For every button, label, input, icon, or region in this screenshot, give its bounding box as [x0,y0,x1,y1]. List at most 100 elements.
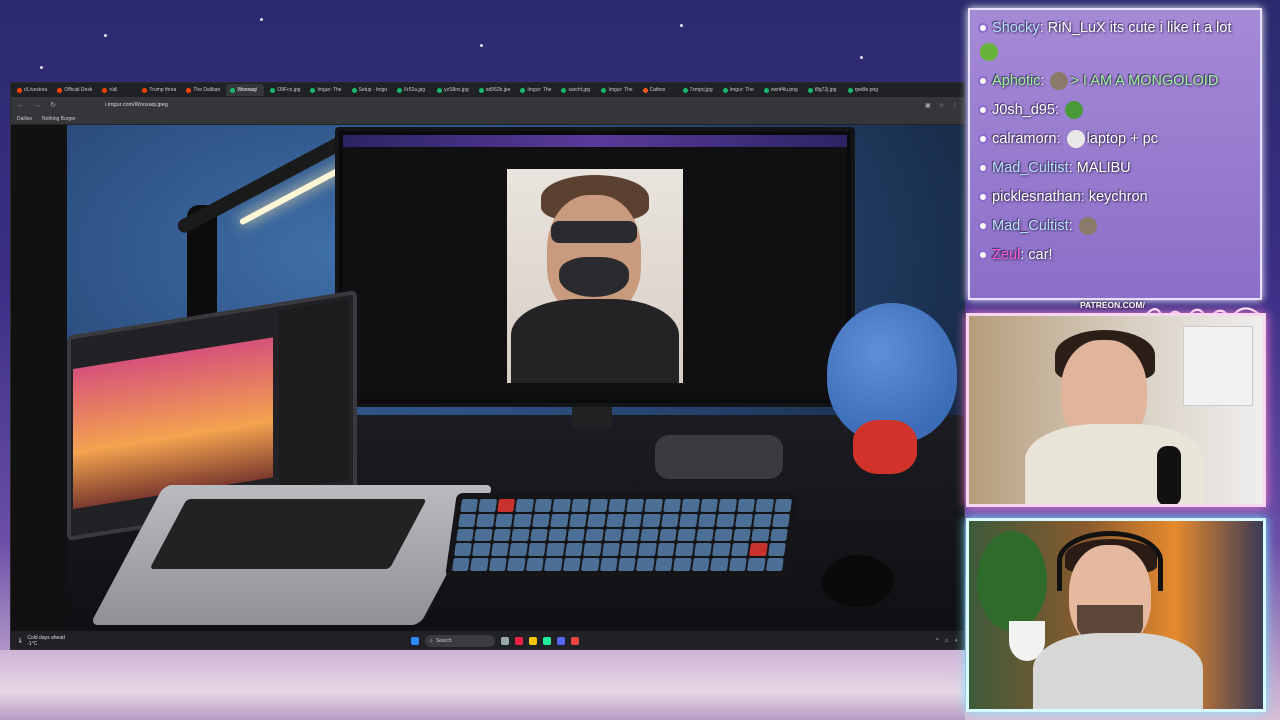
chat-username[interactable]: Shocky [992,20,1040,36]
browser-tab[interactable]: Wooxaqi [226,84,265,96]
chat-text: laptop + pc [1086,131,1158,147]
chat-username[interactable]: calramorn [992,131,1056,147]
reload-icon[interactable]: ↻ [49,101,57,109]
browser-tab[interactable]: r/all [98,84,136,96]
chat-separator: : [1040,73,1049,89]
browser-tab[interactable]: sarcht.jpg [557,84,595,96]
system-tray: ^ ⌂ ◖ [936,638,958,644]
mouse [822,555,894,607]
chat-message: Mad_Cultist: MALIBU [978,156,1252,180]
browser-tab[interactable]: 7xmprj.jpg [679,84,717,96]
star-decoration [104,34,107,37]
keycap [681,499,700,512]
browser-tab[interactable]: t8g72j.jpg [804,84,842,96]
browser-tab[interactable]: Imgur: The [597,84,636,96]
browser-tab[interactable]: 6r52a.jpg [393,84,431,96]
keycap [716,513,735,527]
network-icon[interactable]: ⌂ [945,638,949,644]
browser-tab[interactable]: od952b.jpe [475,84,515,96]
laptop-stream-view [73,337,273,510]
app-icon[interactable] [543,637,551,645]
task-view-icon[interactable] [501,637,509,645]
keycap [624,513,643,527]
keycap [673,558,692,571]
keycap [458,513,477,527]
volume-icon[interactable]: ◖ [954,638,958,644]
back-icon[interactable]: ← [17,102,25,109]
browser-tab[interactable]: O8Fco.jpg [266,84,304,96]
keycap [490,543,510,557]
chat-username[interactable]: J0sh_d95 [992,102,1055,118]
weather-widget[interactable]: 🌡 Cold days ahead -1°C [17,635,65,647]
browser-tab[interactable]: Imgur: The [719,84,758,96]
discord-icon[interactable] [557,637,565,645]
browser-tab[interactable]: The Daliban [182,84,224,96]
subscriber-badge-icon [978,76,988,87]
star-decoration [680,24,683,27]
keycap [548,528,567,542]
chat-username[interactable]: Zeul [992,247,1020,263]
bookmark-nothing-burger[interactable]: Nothing Burger [42,116,76,122]
tab-label: r/Livestrea [24,87,48,93]
taskbar-center: ⌕ Search [411,635,579,647]
face-mask-photo [507,169,683,383]
browser-tab[interactable]: Imgur: The [306,84,345,96]
chat-username[interactable]: picklesnathan [992,189,1081,205]
keycap [515,499,534,512]
keycap [488,558,508,571]
headset [1057,531,1163,591]
url-field[interactable]: i.imgur.com/Wooxaqi.jpeg [105,102,168,108]
windows-taskbar: 🌡 Cold days ahead -1°C ⌕ Search ^ ⌂ ◖ [11,631,964,649]
tray-chevron-icon[interactable]: ^ [936,638,939,644]
tab-label: Wooxaqi [237,87,257,93]
tab-favicon-icon [17,87,22,93]
keycap [460,499,479,512]
pepe-emote-icon [1064,101,1083,120]
browser-tab[interactable]: Official Desk [53,84,96,96]
lamp-arm [175,128,359,236]
tab-label: r/all [109,87,118,93]
browser-tab[interactable]: rpetlle.png [844,84,882,96]
browser-tab[interactable]: Setup - Imgu [348,84,392,96]
tab-label: 7xmprj.jpg [689,87,713,93]
start-icon[interactable] [411,637,419,645]
chat-username[interactable]: Aphotic [992,73,1040,89]
keycap [771,513,790,527]
bookmark-star-icon[interactable]: ☆ [939,102,944,109]
taskbar-search[interactable]: ⌕ Search [425,635,495,647]
extensions-icon[interactable]: ▣ [925,102,931,109]
browser-tab[interactable]: yzS8ox.jpg [433,84,472,96]
tab-favicon-icon [351,87,357,93]
file-explorer-icon[interactable] [529,637,537,645]
forward-icon[interactable]: → [33,102,41,109]
browser-tab[interactable]: Catbox [639,84,677,96]
face [547,195,641,315]
keycap [529,528,549,542]
keycap [700,499,719,512]
browser-app-icon[interactable] [515,637,523,645]
overlay-bottom-band [0,650,965,720]
keycap [531,513,551,527]
chat-text: RiN_LuX its cute i like it a lot [1047,20,1232,36]
bookmark-dailies[interactable]: Dailies [17,116,32,122]
menu-icon[interactable]: ⋮ [952,102,958,109]
chat-message: Aphotic: > I AM A MONGOLOID [978,69,1252,93]
weather-temperature: -1°C [27,641,38,647]
browser-tab[interactable]: Trump threa [138,84,180,96]
tab-favicon-icon [186,87,192,93]
subscriber-badge-icon [978,250,988,261]
keycap [640,528,659,542]
keycap [456,528,475,542]
tab-label: Official Desk [64,87,93,93]
chat-username[interactable]: Mad_Cultist [992,160,1069,176]
browser-tab[interactable]: ownf4lu.png [760,84,802,96]
chat-message: Mad_Cultist: [978,214,1252,238]
shirt [511,299,679,383]
browser-tab[interactable]: r/Livestrea [13,84,51,96]
obs-icon[interactable] [571,637,579,645]
tab-label: t8g72j.jpg [814,87,837,93]
chat-username[interactable]: Mad_Cultist [992,218,1069,234]
browser-tab[interactable]: Imgur: The [516,84,555,96]
tab-favicon-icon [561,87,567,93]
keycap [663,499,682,512]
